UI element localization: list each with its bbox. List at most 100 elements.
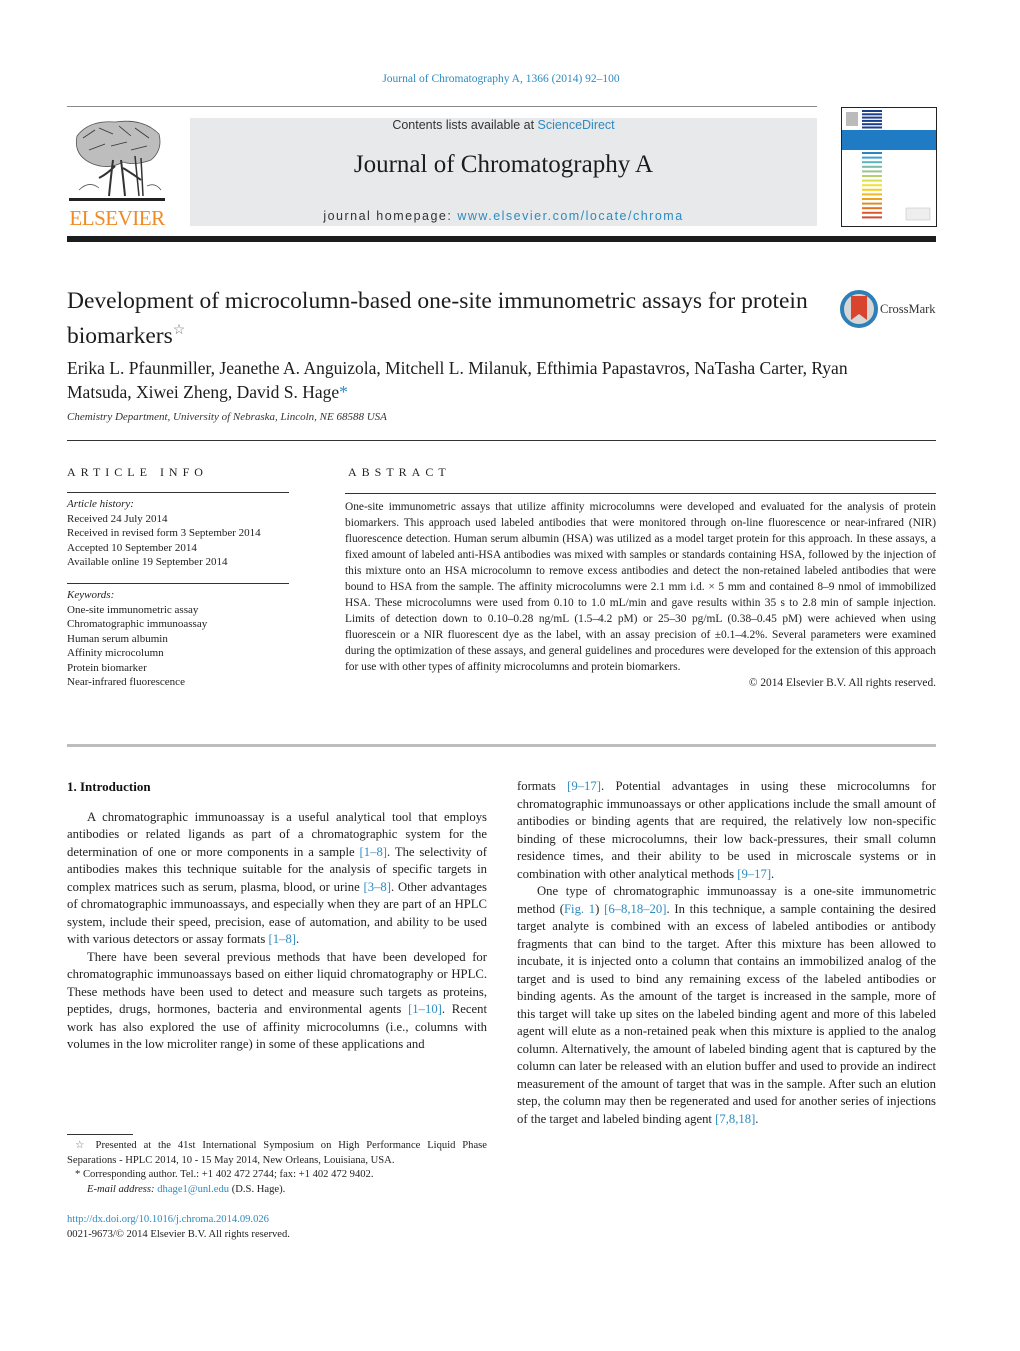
abstract-bottom-rule [67,744,936,747]
doi-block: http://dx.doi.org/10.1016/j.chroma.2014.… [67,1212,290,1242]
title-footnote-marker[interactable]: ☆ [173,323,186,338]
body-left-column: 1. Introduction A chromatographic immuno… [67,778,487,1054]
journal-title: Journal of Chromatography A [353,151,654,178]
body-text: . [771,866,775,881]
reference-link[interactable]: [6–8,18–20] [604,902,666,916]
keyword-item: Affinity microcolumn [67,647,164,659]
body-right-column: formats [9–17]. Potential advantages in … [517,778,936,1128]
contents-prefix: Contents lists available at [392,118,538,132]
figure-link[interactable]: Fig. 1 [564,902,595,916]
body-paragraph: A chromatographic immunoassay is a usefu… [67,809,487,949]
keyword-item: One-site immunometric assay [67,603,199,616]
history-label: Article history: [67,498,134,510]
header-thick-rule [67,236,936,242]
cover-art [842,110,936,221]
abstract-copyright: © 2014 Elsevier B.V. All rights reserved… [748,677,936,689]
issn-copyright: 0021-9673/© 2014 Elsevier B.V. All right… [67,1229,290,1240]
cover-stripe [862,202,882,205]
keywords-rule [67,583,289,584]
article-title: Development of microcolumn-based one-sit… [67,286,827,351]
cover-stripe [862,207,882,210]
email-link[interactable]: dhage1@unl.edu [157,1184,229,1195]
history-item: Received in revised form 3 September 201… [67,527,261,539]
abstract: One-site immunometric assays that utiliz… [345,499,936,691]
corresponding-footnote-text: Corresponding author. Tel.: +1 402 472 2… [82,1169,374,1180]
cover-stripe [862,119,882,122]
article-title-text: Development of microcolumn-based one-sit… [67,288,808,349]
keywords: Keywords: One-site immunometric assay Ch… [67,588,289,690]
reference-link[interactable]: [9–17] [737,867,771,881]
history-item: Available online 19 September 2014 [67,556,228,568]
reference-link[interactable]: [1–8] [360,845,387,859]
crossmark-button[interactable]: CrossMark [840,290,940,330]
keyword-item: Human serum albumin [67,632,168,645]
cover-stripe [862,193,882,196]
title-footnote-marker: ☆ [75,1140,89,1151]
cover-stripe [862,110,882,112]
cover-stripe [862,170,882,173]
header-rule [67,106,817,107]
cover-title-band [842,130,936,150]
cover-stripe [862,198,882,200]
doi-link[interactable]: http://dx.doi.org/10.1016/j.chroma.2014.… [67,1214,269,1225]
elsevier-logo[interactable]: ELSEVIER [67,116,167,230]
article-history: Article history: Received 24 July 2014 R… [67,497,289,570]
body-text: . [755,1111,759,1126]
sciencedirect-link[interactable]: ScienceDirect [538,118,615,132]
authors-text: Erika L. Pfaunmiller, Jeanethe A. Anguiz… [67,358,848,402]
title-footnote-text: Presented at the 41st International Symp… [67,1140,488,1166]
left-paragraphs: A chromatographic immunoassay is a usefu… [67,809,487,1054]
body-text: . Potential advantages in using these mi… [517,779,936,881]
cover-stripe [862,165,882,168]
abstract-text: One-site immunometric assays that utiliz… [345,501,936,673]
cover-stripe [862,116,882,119]
body-paragraph: One type of chromatographic immunoassay … [517,883,936,1128]
article-info-heading: ARTICLE INFO [67,465,208,479]
corresponding-footnote: * Corresponding author. Tel.: +1 402 472… [67,1168,487,1183]
section-heading-introduction: 1. Introduction [67,779,151,794]
cover-stripe [862,216,882,219]
body-text: ) [595,901,605,916]
article-info-rule [67,492,289,493]
body-text: formats [517,779,568,793]
email-label: E-mail address: [87,1183,158,1195]
abstract-heading: ABSTRACT [348,465,451,479]
history-item: Received 24 July 2014 [67,512,168,525]
affiliation: Chemistry Department, University of Nebr… [67,411,387,423]
cover-stripe [862,152,882,154]
crossmark-icon [840,290,878,328]
keyword-item: Protein biomarker [67,661,147,674]
journal-citation-link[interactable]: Journal of Chromatography A, 1366 (2014)… [0,73,1002,85]
email-footnote: E-mail address: dhage1@unl.edu (D.S. Hag… [67,1183,487,1198]
history-item: Accepted 10 September 2014 [67,541,197,554]
authors-divider [67,440,936,441]
reference-link[interactable]: [1–10] [408,1002,442,1016]
crossmark-label: CrossMark [880,302,936,316]
journal-banner: Contents lists available at ScienceDirec… [190,118,817,226]
body-paragraph: formats [9–17]. Potential advantages in … [517,778,936,883]
reference-link[interactable]: [3–8] [364,880,391,894]
footnote-rule [67,1134,133,1135]
cover-stripe [862,126,882,129]
cover-stripe [862,184,882,187]
elsevier-tree-icon [69,120,165,201]
cover-stripe [862,161,882,164]
keyword-item: Near-infrared fluorescence [67,676,185,688]
cover-stripe [862,175,882,177]
homepage-prefix: journal homepage: [323,209,458,223]
corresponding-author-marker[interactable]: * [339,382,348,402]
cover-stripe [862,211,882,214]
reference-link[interactable]: [9–17] [567,779,601,793]
body-text: . In this technique, a sample containing… [517,901,936,1126]
keyword-item: Chromatographic immunoassay [67,618,208,630]
elsevier-wordmark: ELSEVIER [69,206,165,230]
reference-link[interactable]: [7,8,18] [715,1112,755,1126]
cover-publisher-mark [905,207,931,221]
cover-logo-mark [846,112,858,126]
journal-homepage-link[interactable]: www.elsevier.com/locate/chroma [457,209,683,223]
cover-stripe [862,156,882,159]
cover-stripe [862,113,882,116]
title-footnote: ☆ Presented at the 41st International Sy… [67,1139,487,1168]
journal-cover-thumbnail[interactable] [841,107,937,227]
reference-link[interactable]: [1–8] [269,932,296,946]
